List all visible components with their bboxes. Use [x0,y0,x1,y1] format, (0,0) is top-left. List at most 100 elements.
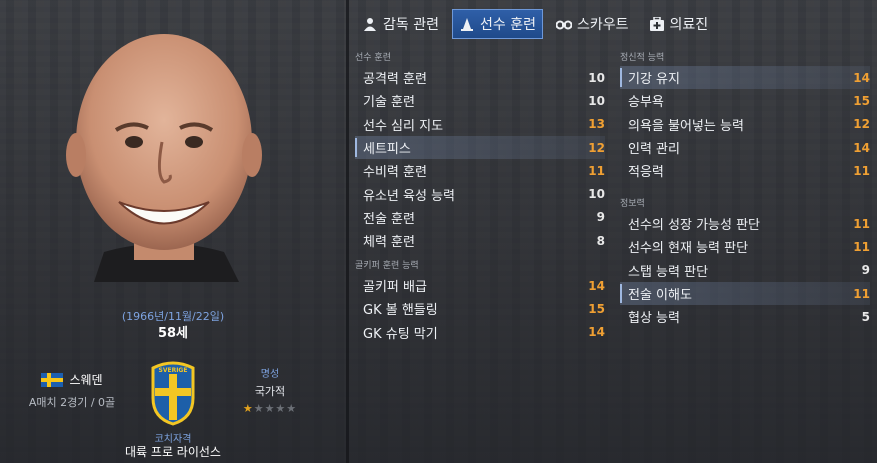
attribute-row[interactable]: 선수의 현재 능력 판단 11 [620,235,870,258]
attribute-row[interactable]: 인력 관리 14 [620,136,870,159]
reputation-stars: ★★★★★ [220,402,320,415]
star-empty-icon: ★★★★ [253,402,298,415]
knowledge-attributes: 선수의 성장 가능성 판단 11 선수의 현재 능력 판단 11 스탭 능력 판단 9 전술… [620,212,870,328]
attribute-row[interactable]: 선수 심리 지도 13 [355,113,605,136]
attribute-row[interactable]: 협상 능력 5 [620,305,870,328]
attribute-row[interactable]: 승부욕 15 [620,89,870,112]
attribute-row[interactable]: GK 슈팅 막기 14 [355,321,605,344]
attribute-name: 적응력 [628,165,664,181]
attribute-row[interactable]: 스탭 능력 판단 9 [620,259,870,282]
tab-label: 감독 관련 [383,17,439,33]
reputation: 명성 국가적 ★★★★★ [220,365,320,415]
nation-name: 스웨덴 [69,373,103,387]
training-cone-icon [459,16,475,32]
coaching-attributes: 공격력 훈련 10 기술 훈련 10 선수 심리 지도 13 세트피스 12 수비력 훈련 11 유… [355,66,605,252]
attribute-value: 11 [853,163,870,178]
attribute-name: 인력 관리 [628,142,680,158]
section-goalkeeping-label: 골키퍼 훈련 능력 [355,261,419,271]
attribute-name: 세트피스 [363,142,411,158]
attribute-value: 14 [853,70,870,85]
sweden-flag-icon [41,372,64,387]
attribute-row[interactable]: 전술 훈련 9 [355,206,605,229]
nationality[interactable]: 스웨덴 A매치 2경기 / 0골 [22,371,122,410]
attribute-row[interactable]: 체력 훈련 8 [355,229,605,252]
attribute-name: 전술 훈련 [363,211,415,227]
attribute-name: 기술 훈련 [363,95,415,111]
mental-attributes: 기강 유지 14 승부욕 15 의욕을 불어넣는 능력 12 인력 관리 14 적응력 11 [620,66,870,182]
attribute-value: 10 [588,187,605,202]
attribute-value: 11 [853,286,870,301]
reputation-value: 국가적 [254,385,286,398]
sweden-federation-badge-icon: SVERIGE [149,358,197,426]
attribute-name: 의욕을 불어넣는 능력 [628,118,744,134]
attribute-value: 14 [853,140,870,155]
attribute-value: 13 [588,117,605,132]
binoculars-icon [555,16,572,32]
attribute-name: GK 볼 핸들링 [363,303,438,319]
attribute-value: 15 [588,301,605,316]
attribute-row[interactable]: 적응력 11 [620,159,870,182]
attribute-row[interactable]: 유소년 육성 능력 10 [355,182,605,205]
attribute-row[interactable]: GK 볼 핸들링 15 [355,297,605,320]
tab-label: 선수 훈련 [479,17,536,33]
star-half-icon: ★ [242,402,254,415]
attribute-row[interactable]: 세트피스 12 [355,135,605,160]
attribute-row[interactable]: 기술 훈련 10 [355,89,605,112]
attribute-value: 9 [861,263,870,278]
attribute-name: 공격력 훈련 [363,72,427,88]
tab-bar: 감독 관련 선수 훈련 스카우트 의료진 [355,9,715,39]
section-coaching-label: 선수 훈련 [355,53,391,63]
attribute-name: 스탭 능력 판단 [628,264,709,280]
attribute-row[interactable]: 수비력 훈련 11 [355,159,605,182]
badge-text: SVERIGE [159,367,188,374]
attribute-name: 협상 능력 [628,311,680,327]
attribute-row[interactable]: 기강 유지 14 [620,66,870,90]
attribute-row[interactable]: 선수의 성장 가능성 판단 11 [620,212,870,235]
attribute-value: 12 [588,140,605,155]
profile-panel: (1966년/11월/22일) 58세 스웨덴 A매치 2경기 / 0골 SVE… [0,0,346,463]
attribute-row[interactable]: 공격력 훈련 10 [355,66,605,89]
attribute-value: 11 [853,216,870,231]
age: 58세 [157,326,189,341]
tab-label: 스카우트 [576,17,629,33]
attribute-name: 기강 유지 [628,72,680,88]
attribute-value: 15 [853,93,870,108]
attribute-name: 승부욕 [628,95,664,111]
attribute-value: 14 [588,325,605,340]
attribute-name: 체력 훈련 [363,235,415,251]
staff-photo [64,30,264,282]
tab-scout[interactable]: 스카우트 [549,9,636,39]
medical-kit-icon [649,16,665,32]
attribute-name: GK 슈팅 막기 [363,326,438,342]
attribute-value: 11 [853,239,870,254]
attribute-value: 12 [853,117,870,132]
attribute-value: 5 [861,309,870,324]
attribute-name: 선수 심리 지도 [363,118,444,134]
attribute-name: 전술 이해도 [628,288,692,304]
goalkeeping-attributes: 골키퍼 배급 14 GK 볼 핸들링 15 GK 슈팅 막기 14 [355,274,605,344]
section-mental-label: 정신적 능력 [620,53,665,63]
license-value: 대륙 프로 라이선스 [125,445,221,459]
tab-medical[interactable]: 의료진 [642,9,716,39]
manager-icon [362,16,378,32]
attribute-name: 골키퍼 배급 [363,280,427,296]
attribute-value: 10 [588,70,605,85]
attribute-row[interactable]: 의욕을 불어넣는 능력 12 [620,113,870,136]
attribute-name: 선수의 현재 능력 판단 [628,241,749,257]
attribute-name: 유소년 육성 능력 [363,188,455,204]
tab-training[interactable]: 선수 훈련 [451,9,543,39]
attribute-value: 11 [588,163,605,178]
international-caps: A매치 2경기 / 0골 [28,396,116,409]
attribute-name: 수비력 훈련 [363,165,427,181]
attribute-name: 선수의 성장 가능성 판단 [628,218,760,234]
attribute-value: 10 [588,93,605,108]
attribute-value: 9 [596,210,605,225]
tab-label: 의료진 [669,17,709,33]
attribute-row[interactable]: 골키퍼 배급 14 [355,274,605,297]
tab-manager[interactable]: 감독 관련 [355,9,446,39]
attribute-row[interactable]: 전술 이해도 11 [620,281,870,306]
reputation-title: 명성 [260,369,280,380]
section-knowledge-label: 정보력 [620,199,645,209]
panel-divider [346,0,349,463]
attribute-value: 14 [588,278,605,293]
